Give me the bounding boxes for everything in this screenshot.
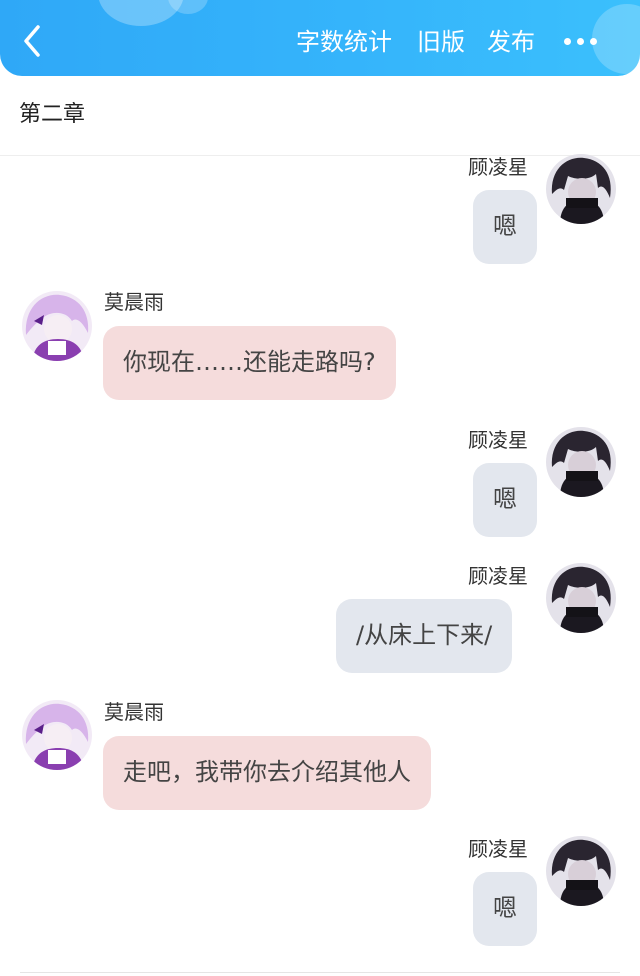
old-version-button[interactable]: 旧版 <box>417 26 465 58</box>
avatar[interactable] <box>546 427 616 497</box>
chevron-left-icon <box>24 25 40 57</box>
dark-hair-avatar-icon <box>546 563 616 633</box>
back-button[interactable] <box>18 24 48 58</box>
top-navigation-bar: 字数统计 旧版 发布 <box>0 0 640 76</box>
character-name: 顾凌星 <box>468 564 528 588</box>
purple-hair-avatar-icon <box>22 291 92 361</box>
character-name: 莫晨雨 <box>104 700 164 724</box>
message-bubble: 你现在……还能走路吗? <box>103 326 396 400</box>
more-dots-icon <box>564 38 571 45</box>
character-name: 顾凌星 <box>468 428 528 452</box>
character-name: 顾凌星 <box>468 155 528 179</box>
purple-hair-avatar-icon <box>22 700 92 770</box>
message-bubble: 嗯 <box>473 872 537 946</box>
more-options-button[interactable] <box>562 36 598 48</box>
divider <box>20 972 620 973</box>
avatar[interactable] <box>546 563 616 633</box>
character-name: 莫晨雨 <box>104 290 164 314</box>
message-bubble: 走吧，我带你去介绍其他人 <box>103 736 431 810</box>
chapter-title[interactable]: 第二章 <box>19 100 85 130</box>
dark-hair-avatar-icon <box>546 427 616 497</box>
more-dots-icon <box>590 38 597 45</box>
character-name: 顾凌星 <box>468 837 528 861</box>
decorative-bubble <box>592 4 640 74</box>
message-bubble: 嗯 <box>473 463 537 537</box>
message-bubble: /从床上下来/ <box>336 599 513 673</box>
avatar[interactable] <box>22 291 92 361</box>
dark-hair-avatar-icon <box>546 154 616 224</box>
message-bubble: 嗯 <box>473 190 537 264</box>
more-dots-icon <box>577 38 584 45</box>
chapter-header <box>0 76 640 156</box>
avatar[interactable] <box>546 154 616 224</box>
avatar[interactable] <box>546 836 616 906</box>
word-count-button[interactable]: 字数统计 <box>296 26 392 58</box>
publish-button[interactable]: 发布 <box>487 26 535 58</box>
avatar[interactable] <box>22 700 92 770</box>
dark-hair-avatar-icon <box>546 836 616 906</box>
